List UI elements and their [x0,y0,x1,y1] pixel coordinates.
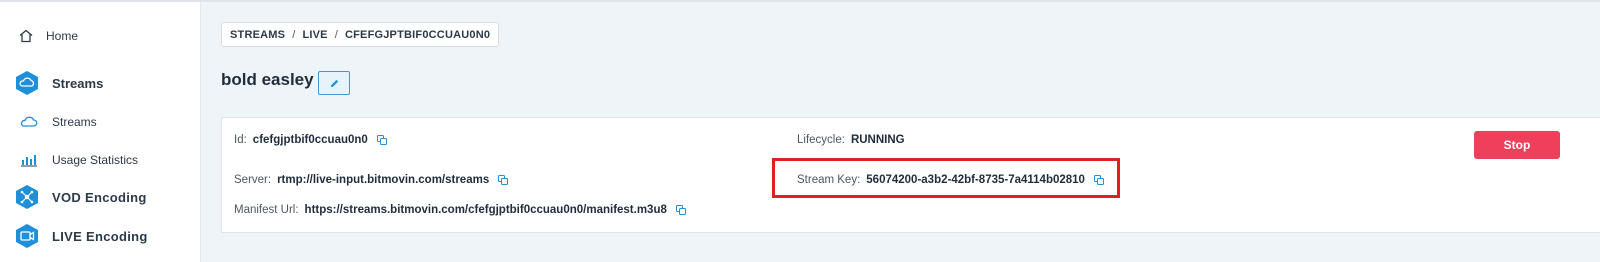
copy-icon[interactable] [675,204,687,216]
sidebar-section-label: VOD Encoding [52,189,147,205]
lifecycle-label: Lifecycle: [797,134,845,146]
cloud-icon [17,110,41,134]
id-field: Id: cfefgjptbif0ccuau0n0 [234,134,388,146]
server-value: rtmp://live-input.bitmovin.com/streams [277,174,490,186]
stream-key-highlight-box [772,158,1120,198]
sidebar: Home Streams Streams Usage Statistics VO… [0,2,201,262]
manifest-url-value: https://streams.bitmovin.com/cfefgjptbif… [304,204,667,216]
lifecycle-field: Lifecycle: RUNNING [797,134,905,146]
id-label: Id: [234,134,247,146]
sidebar-section-live-encoding[interactable]: LIVE Encoding [0,222,200,250]
manifest-url-label: Manifest Url: [234,204,299,216]
stream-details-card: Id: cfefgjptbif0ccuau0n0 Lifecycle: RUNN… [221,117,1600,233]
main-content: STREAMS / LIVE / CFEFGJPTBIF0CCUAU0N0 bo… [201,2,1600,262]
breadcrumb: STREAMS / LIVE / CFEFGJPTBIF0CCUAU0N0 [221,22,500,47]
breadcrumb-separator: / [292,28,296,41]
vod-encoding-icon [14,184,40,210]
cloud-hex-icon [14,70,40,96]
live-encoding-icon [14,223,40,249]
sidebar-section-label: LIVE Encoding [52,228,148,244]
lifecycle-status: RUNNING [850,134,905,146]
server-field: Server: rtmp://live-input.bitmovin.com/s… [234,174,509,186]
copy-icon[interactable] [497,174,509,186]
bar-chart-icon [17,148,41,172]
edit-name-button[interactable] [318,71,350,95]
breadcrumb-item-streams[interactable]: STREAMS [230,29,285,41]
breadcrumb-item-current: CFEFGJPTBIF0CCUAU0N0 [344,28,491,41]
sidebar-section-label: Streams [52,75,104,91]
sidebar-item-label: Home [46,29,79,43]
sidebar-item-home[interactable]: Home [0,24,200,48]
id-value: cfefgjptbif0ccuau0n0 [252,134,368,146]
pencil-icon [329,78,340,89]
sidebar-item-usage-statistics[interactable]: Usage Statistics [0,148,200,172]
manifest-url-field: Manifest Url: https://streams.bitmovin.c… [234,204,687,216]
sidebar-item-streams[interactable]: Streams [0,110,200,134]
sidebar-section-streams[interactable]: Streams [0,69,200,97]
page-title: bold easley [221,70,314,89]
sidebar-item-label: Streams [52,115,97,129]
breadcrumb-item-live[interactable]: LIVE [302,29,327,41]
sidebar-item-label: Usage Statistics [52,153,139,167]
stop-button[interactable]: Stop [1474,131,1560,159]
breadcrumb-separator: / [334,28,338,41]
server-label: Server: [234,174,272,186]
sidebar-section-vod-encoding[interactable]: VOD Encoding [0,183,200,211]
home-icon [14,24,38,48]
copy-icon[interactable] [376,134,388,146]
